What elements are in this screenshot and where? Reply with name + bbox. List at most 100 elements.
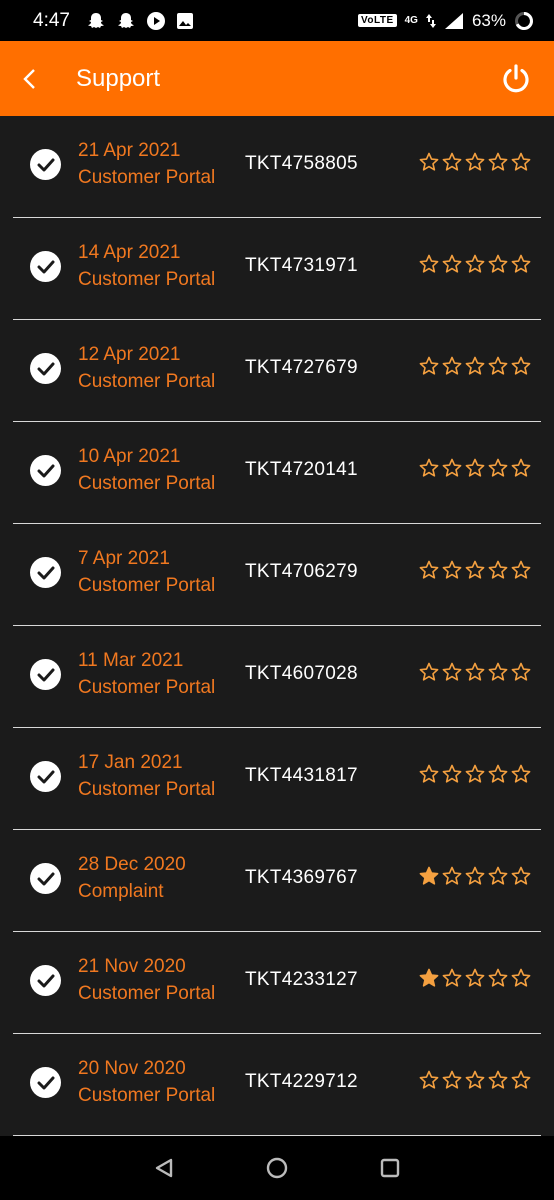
ticket-date: 11 Mar 2021 bbox=[78, 650, 184, 671]
star-outline-icon[interactable] bbox=[465, 560, 485, 580]
ticket-id: TKT4233127 bbox=[245, 969, 358, 990]
ticket-category: Customer Portal bbox=[78, 575, 216, 596]
star-outline-icon[interactable] bbox=[511, 560, 531, 580]
nav-back-button[interactable] bbox=[134, 1136, 194, 1200]
ticket-row[interactable]: 17 Jan 2021 Customer Portal TKT4431817 bbox=[13, 728, 541, 830]
ticket-id: TKT4731971 bbox=[245, 255, 358, 276]
ticket-row[interactable]: 14 Apr 2021 Customer Portal TKT4731971 bbox=[13, 218, 541, 320]
ticket-category: Complaint bbox=[78, 881, 164, 902]
ticket-row[interactable]: 12 Apr 2021 Customer Portal TKT4727679 bbox=[13, 320, 541, 422]
star-rating[interactable] bbox=[419, 458, 531, 478]
star-rating[interactable] bbox=[419, 560, 531, 580]
star-outline-icon[interactable] bbox=[465, 1070, 485, 1090]
star-rating[interactable] bbox=[419, 866, 531, 886]
star-outline-icon[interactable] bbox=[488, 458, 508, 478]
nav-recents-button[interactable] bbox=[360, 1136, 420, 1200]
star-outline-icon[interactable] bbox=[419, 662, 439, 682]
star-outline-icon[interactable] bbox=[419, 356, 439, 376]
power-button[interactable] bbox=[498, 61, 534, 97]
page-title: Support bbox=[76, 64, 161, 92]
star-outline-icon[interactable] bbox=[465, 968, 485, 988]
star-outline-icon[interactable] bbox=[511, 764, 531, 784]
star-outline-icon[interactable] bbox=[442, 968, 462, 988]
star-outline-icon[interactable] bbox=[511, 152, 531, 172]
star-outline-icon[interactable] bbox=[442, 254, 462, 274]
star-outline-icon[interactable] bbox=[465, 152, 485, 172]
ticket-row[interactable]: 20 Nov 2020 Customer Portal TKT4229712 bbox=[13, 1034, 541, 1136]
star-outline-icon[interactable] bbox=[442, 458, 462, 478]
star-rating[interactable] bbox=[419, 968, 531, 988]
star-outline-icon[interactable] bbox=[442, 1070, 462, 1090]
star-outline-icon[interactable] bbox=[442, 356, 462, 376]
ticket-row[interactable]: 28 Dec 2020 Complaint TKT4369767 bbox=[13, 830, 541, 932]
star-outline-icon[interactable] bbox=[488, 968, 508, 988]
star-outline-icon[interactable] bbox=[419, 458, 439, 478]
star-outline-icon[interactable] bbox=[488, 1070, 508, 1090]
snapchat-icon bbox=[87, 12, 104, 28]
ticket-row[interactable]: 21 Apr 2021 Customer Portal TKT4758805 bbox=[13, 116, 541, 218]
ticket-category: Customer Portal bbox=[78, 269, 216, 290]
star-outline-icon[interactable] bbox=[419, 1070, 439, 1090]
star-outline-icon[interactable] bbox=[488, 254, 508, 274]
star-outline-icon[interactable] bbox=[442, 560, 462, 580]
star-outline-icon[interactable] bbox=[488, 866, 508, 886]
star-outline-icon[interactable] bbox=[511, 968, 531, 988]
star-outline-icon[interactable] bbox=[419, 254, 439, 274]
check-circle-icon bbox=[30, 659, 61, 690]
star-outline-icon[interactable] bbox=[511, 458, 531, 478]
star-rating[interactable] bbox=[419, 1070, 531, 1090]
star-outline-icon[interactable] bbox=[465, 662, 485, 682]
ticket-id: TKT4720141 bbox=[245, 459, 358, 480]
volte-badge: VoLTE bbox=[357, 14, 397, 27]
status-time: 4:47 bbox=[33, 9, 70, 31]
check-circle-icon bbox=[30, 455, 61, 486]
star-rating[interactable] bbox=[419, 764, 531, 784]
ticket-id: TKT4706279 bbox=[245, 561, 358, 582]
star-outline-icon[interactable] bbox=[511, 254, 531, 274]
star-outline-icon[interactable] bbox=[442, 764, 462, 784]
star-outline-icon[interactable] bbox=[488, 764, 508, 784]
back-button[interactable] bbox=[0, 41, 58, 116]
star-rating[interactable] bbox=[419, 662, 531, 682]
battery-ring-icon bbox=[515, 11, 533, 30]
star-rating[interactable] bbox=[419, 254, 531, 274]
ticket-list[interactable]: 21 Apr 2021 Customer Portal TKT4758805 14 A… bbox=[0, 116, 554, 1136]
star-filled-icon[interactable] bbox=[419, 968, 439, 988]
ticket-date: 20 Nov 2020 bbox=[78, 1058, 186, 1079]
star-outline-icon[interactable] bbox=[442, 866, 462, 886]
star-outline-icon[interactable] bbox=[465, 458, 485, 478]
star-outline-icon[interactable] bbox=[488, 356, 508, 376]
app-bar: Support bbox=[0, 41, 554, 116]
star-outline-icon[interactable] bbox=[511, 866, 531, 886]
ticket-row[interactable]: 11 Mar 2021 Customer Portal TKT4607028 bbox=[13, 626, 541, 728]
star-filled-icon[interactable] bbox=[419, 866, 439, 886]
ticket-category: Customer Portal bbox=[78, 677, 216, 698]
ticket-row[interactable]: 10 Apr 2021 Customer Portal TKT4720141 bbox=[13, 422, 541, 524]
star-outline-icon[interactable] bbox=[488, 152, 508, 172]
star-outline-icon[interactable] bbox=[419, 764, 439, 784]
star-outline-icon[interactable] bbox=[511, 1070, 531, 1090]
star-outline-icon[interactable] bbox=[465, 764, 485, 784]
star-outline-icon[interactable] bbox=[511, 356, 531, 376]
ticket-id: TKT4758805 bbox=[245, 153, 358, 174]
star-outline-icon[interactable] bbox=[465, 254, 485, 274]
star-outline-icon[interactable] bbox=[488, 560, 508, 580]
check-circle-icon bbox=[30, 863, 61, 894]
back-triangle-icon bbox=[155, 1158, 173, 1178]
star-outline-icon[interactable] bbox=[442, 152, 462, 172]
star-outline-icon[interactable] bbox=[419, 560, 439, 580]
ticket-row[interactable]: 21 Nov 2020 Customer Portal TKT4233127 bbox=[13, 932, 541, 1034]
star-outline-icon[interactable] bbox=[465, 866, 485, 886]
star-outline-icon[interactable] bbox=[419, 152, 439, 172]
star-outline-icon[interactable] bbox=[488, 662, 508, 682]
ticket-row[interactable]: 7 Apr 2021 Customer Portal TKT4706279 bbox=[13, 524, 541, 626]
home-circle-icon bbox=[266, 1157, 288, 1179]
navigation-bar bbox=[0, 1136, 554, 1200]
star-rating[interactable] bbox=[419, 356, 531, 376]
star-outline-icon[interactable] bbox=[442, 662, 462, 682]
star-rating[interactable] bbox=[419, 152, 531, 172]
star-outline-icon[interactable] bbox=[465, 356, 485, 376]
ticket-category: Customer Portal bbox=[78, 1085, 216, 1106]
star-outline-icon[interactable] bbox=[511, 662, 531, 682]
nav-home-button[interactable] bbox=[247, 1136, 307, 1200]
